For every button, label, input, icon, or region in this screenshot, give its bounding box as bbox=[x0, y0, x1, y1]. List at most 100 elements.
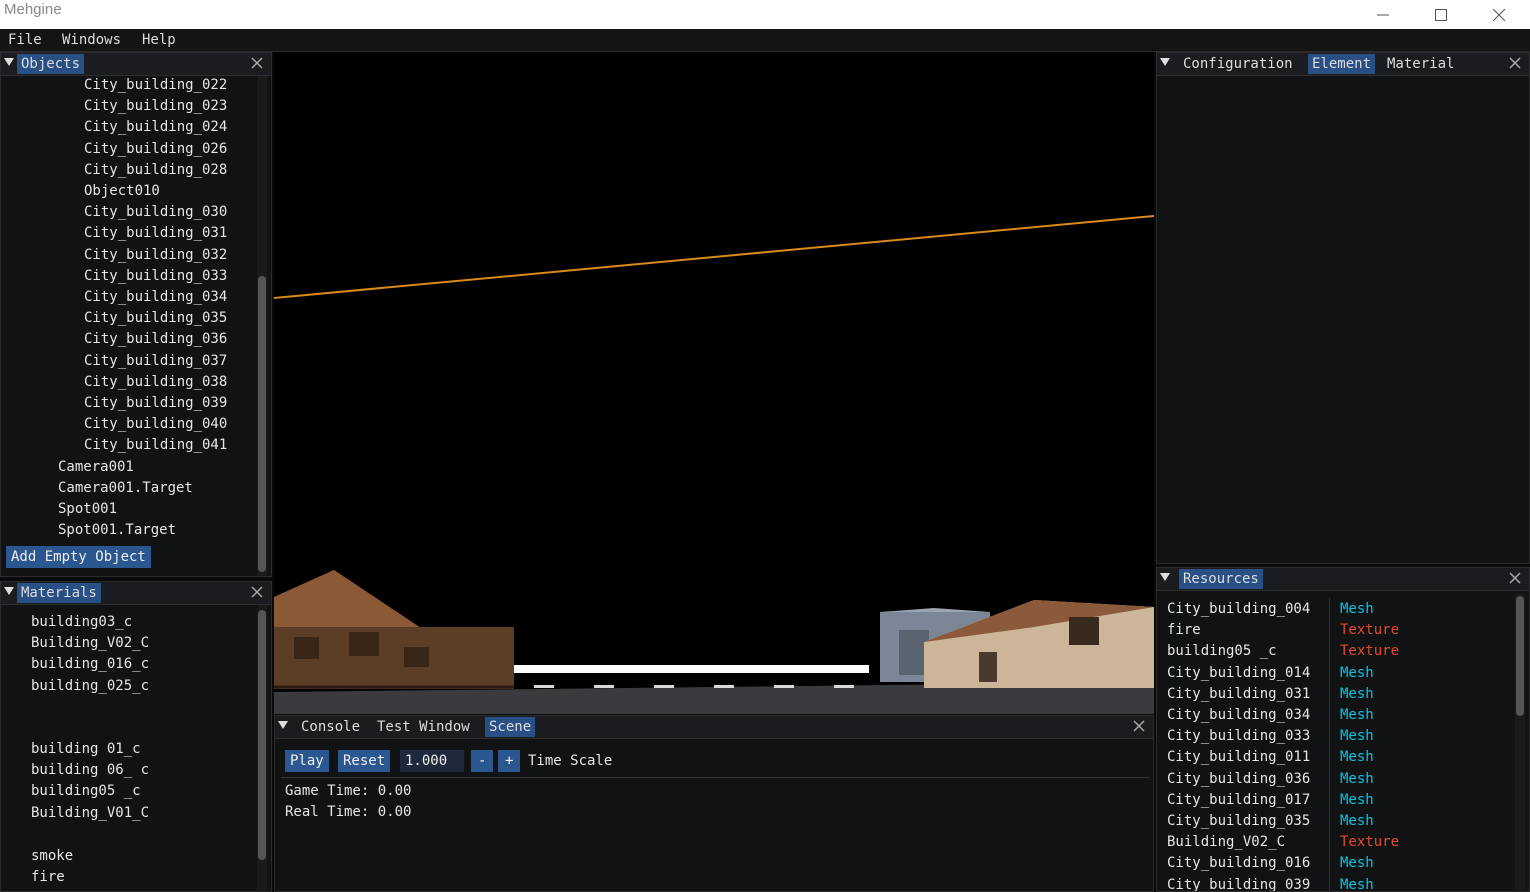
tab-console[interactable]: Console bbox=[297, 717, 364, 737]
decrement-button[interactable]: - bbox=[471, 750, 494, 772]
tree-item[interactable]: City_building_030 bbox=[84, 204, 227, 220]
tree-item[interactable]: City_building_040 bbox=[84, 416, 227, 432]
tree-item[interactable]: City_building_037 bbox=[84, 353, 227, 369]
tree-item[interactable]: Camera001.Target bbox=[58, 480, 193, 496]
tree-item[interactable]: City_building_038 bbox=[84, 374, 227, 390]
menu-file[interactable]: File bbox=[8, 32, 42, 48]
minimize-icon[interactable] bbox=[1354, 0, 1412, 29]
material-item[interactable]: smoke bbox=[31, 848, 73, 864]
resource-type: Mesh bbox=[1340, 791, 1374, 808]
close-icon[interactable] bbox=[1507, 55, 1523, 71]
close-icon[interactable] bbox=[1131, 718, 1147, 734]
maximize-icon[interactable] bbox=[1412, 0, 1470, 29]
resource-name[interactable]: City_building_036 bbox=[1167, 771, 1310, 787]
tree-item[interactable]: City_building_032 bbox=[84, 247, 227, 263]
material-item[interactable]: building_016_c bbox=[31, 656, 149, 672]
scene-viewport[interactable] bbox=[274, 52, 1154, 714]
tree-item[interactable]: City_building_023 bbox=[84, 98, 227, 114]
tree-item[interactable]: City_building_035 bbox=[84, 310, 227, 326]
collapse-icon[interactable] bbox=[1160, 58, 1170, 66]
real-time-text: Real Time: 0.00 bbox=[285, 804, 412, 820]
resource-name[interactable]: City_building_011 bbox=[1167, 749, 1310, 765]
tab-element[interactable]: Element bbox=[1308, 54, 1376, 74]
tree-item[interactable]: City_building_041 bbox=[84, 437, 227, 453]
collapse-icon[interactable] bbox=[278, 721, 288, 729]
time-scale-label: Time Scale bbox=[528, 753, 613, 769]
tab-scene[interactable]: Scene bbox=[485, 717, 536, 737]
close-icon[interactable] bbox=[249, 584, 265, 600]
inspector-panel-header: Configuration Element Material bbox=[1157, 53, 1529, 76]
resource-type: Mesh bbox=[1340, 813, 1374, 829]
divider bbox=[281, 777, 1149, 778]
scrollbar-thumb[interactable] bbox=[258, 610, 266, 860]
tree-item[interactable]: City_building_026 bbox=[84, 141, 227, 157]
resources-scrollbar[interactable] bbox=[1515, 594, 1525, 890]
material-item[interactable]: building 01_c bbox=[31, 741, 141, 757]
tree-item[interactable]: Spot001 bbox=[58, 501, 117, 517]
material-item[interactable]: fire bbox=[31, 869, 65, 885]
console-panel: Console Test Window Scene Play Reset 1.0… bbox=[274, 715, 1154, 892]
tab-material[interactable]: Material bbox=[1383, 54, 1458, 74]
tree-item[interactable]: City_building_028 bbox=[84, 162, 227, 178]
material-item[interactable]: Building_V01_C bbox=[31, 805, 149, 821]
resource-type: Mesh bbox=[1340, 685, 1374, 702]
collapse-icon[interactable] bbox=[1160, 573, 1170, 581]
resource-name[interactable]: fire bbox=[1167, 622, 1201, 638]
resource-name[interactable]: City_building_017 bbox=[1167, 792, 1310, 808]
materials-scrollbar[interactable] bbox=[257, 605, 267, 890]
resource-name[interactable]: City_building_031 bbox=[1167, 686, 1310, 702]
tab-materials[interactable]: Materials bbox=[17, 583, 101, 603]
resource-name[interactable]: City_building_016 bbox=[1167, 855, 1310, 871]
resource-name[interactable]: building05 _c bbox=[1167, 643, 1277, 659]
tree-item[interactable]: Camera001 bbox=[58, 459, 134, 475]
close-icon[interactable] bbox=[1507, 570, 1523, 586]
tree-item[interactable]: City_building_034 bbox=[84, 289, 227, 305]
objects-panel-header: Objects bbox=[1, 53, 271, 76]
collapse-icon[interactable] bbox=[4, 58, 14, 66]
resource-name[interactable]: City_building_004 bbox=[1167, 601, 1310, 617]
close-icon[interactable] bbox=[249, 55, 265, 71]
tree-item[interactable]: City_building_033 bbox=[84, 268, 227, 284]
time-scale-input[interactable]: 1.000 bbox=[400, 750, 464, 772]
tree-item[interactable]: City_building_024 bbox=[84, 119, 227, 135]
scrollbar-thumb[interactable] bbox=[258, 276, 266, 572]
tab-configuration[interactable]: Configuration bbox=[1179, 54, 1297, 74]
material-item[interactable]: Building_V02_C bbox=[31, 635, 149, 651]
resource-name[interactable]: City_building_035 bbox=[1167, 813, 1310, 829]
tab-test-window[interactable]: Test Window bbox=[373, 717, 474, 737]
scene-render bbox=[274, 215, 1154, 714]
tree-item[interactable]: City_building_039 bbox=[84, 395, 227, 411]
reset-button[interactable]: Reset bbox=[338, 750, 391, 772]
resource-name[interactable]: Building_V02_C bbox=[1167, 834, 1285, 850]
material-item[interactable]: building 06_ c bbox=[31, 762, 149, 778]
tree-item[interactable]: City_building_031 bbox=[84, 225, 227, 241]
column-divider bbox=[1329, 598, 1330, 891]
material-item[interactable]: building05 _c bbox=[31, 783, 141, 799]
scrollbar-thumb[interactable] bbox=[1516, 596, 1524, 716]
increment-button[interactable]: + bbox=[498, 750, 521, 772]
resource-type: Mesh bbox=[1340, 770, 1374, 787]
tree-item[interactable]: Spot001.Target bbox=[58, 522, 176, 538]
collapse-icon[interactable] bbox=[4, 587, 14, 595]
window-close-icon[interactable] bbox=[1470, 0, 1528, 29]
resource-type: Mesh bbox=[1340, 601, 1374, 617]
tree-item[interactable]: City_building_036 bbox=[84, 331, 227, 347]
material-item[interactable]: building_025_c bbox=[31, 678, 149, 694]
menu-windows[interactable]: Windows bbox=[62, 32, 121, 48]
resource-type: Texture bbox=[1340, 643, 1400, 660]
resources-panel: Resources City_building_004 Mesh fire Textu… bbox=[1156, 567, 1530, 892]
resource-name[interactable]: City_building_039 bbox=[1167, 877, 1310, 891]
tab-resources[interactable]: Resources bbox=[1179, 569, 1263, 589]
resource-name[interactable]: City_building_034 bbox=[1167, 707, 1310, 723]
tree-item[interactable]: Object010 bbox=[84, 183, 160, 199]
add-empty-object-button[interactable]: Add Empty Object bbox=[6, 546, 151, 568]
menu-help[interactable]: Help bbox=[142, 32, 176, 48]
resource-type: Mesh bbox=[1340, 728, 1374, 745]
material-item[interactable]: building03_c bbox=[31, 614, 132, 630]
resource-name[interactable]: City_building_033 bbox=[1167, 728, 1310, 744]
tab-objects[interactable]: Objects bbox=[17, 54, 85, 74]
play-button[interactable]: Play bbox=[285, 750, 329, 772]
resource-name[interactable]: City_building_014 bbox=[1167, 665, 1310, 681]
tree-item[interactable]: City_building_022 bbox=[84, 77, 227, 93]
objects-scrollbar[interactable] bbox=[257, 76, 267, 576]
